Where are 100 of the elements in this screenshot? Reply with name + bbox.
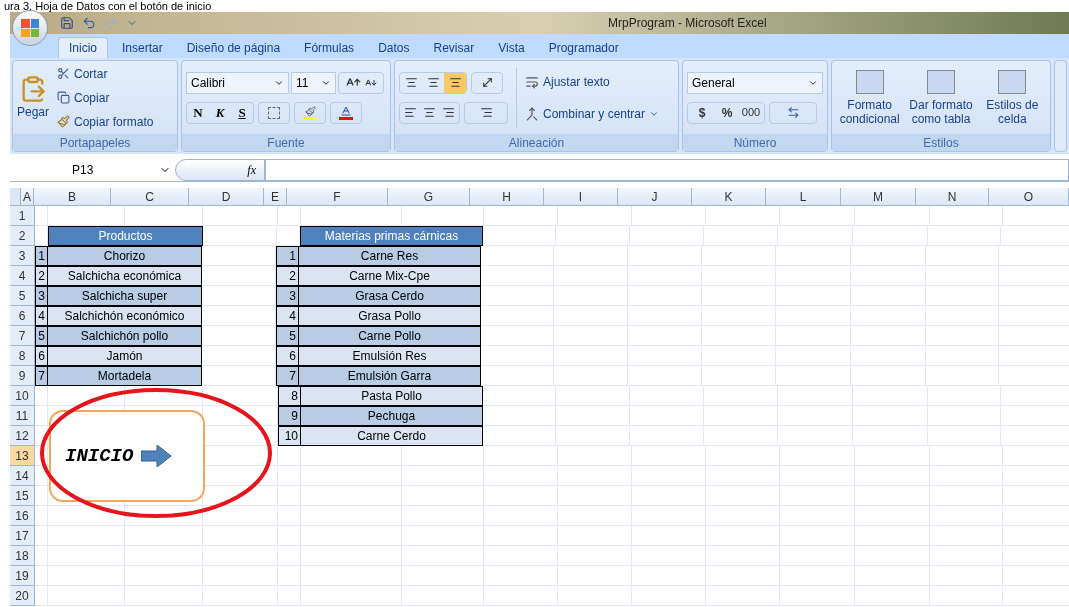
column-header[interactable]: A <box>21 188 34 206</box>
group-label: Portapapeles <box>59 134 131 152</box>
row-header[interactable]: 14 <box>10 466 35 485</box>
figure-caption: ura 3. Hoja de Datos con el botón de inicio <box>3 0 213 12</box>
cut-button[interactable]: Cortar <box>57 64 154 83</box>
row-header[interactable]: 19 <box>10 566 35 585</box>
ribbon-tab[interactable]: Fórmulas <box>294 37 365 58</box>
column-header[interactable]: C <box>111 188 189 206</box>
start-button[interactable]: INICIO <box>49 410 205 502</box>
font-name-field[interactable]: Calibri <box>186 71 289 94</box>
save-icon[interactable] <box>60 16 74 30</box>
merge-icon <box>525 106 539 121</box>
row-header[interactable]: 13 <box>10 446 35 465</box>
undo-icon[interactable] <box>82 16 96 30</box>
ribbon-tab[interactable]: Diseño de página <box>176 37 291 58</box>
row-header[interactable]: 6 <box>10 306 35 325</box>
scissors-icon <box>57 67 71 80</box>
row-header[interactable]: 10 <box>10 386 35 405</box>
column-header[interactable]: O <box>989 188 1069 206</box>
row-header[interactable]: 7 <box>10 326 35 345</box>
column-header[interactable]: G <box>388 188 470 206</box>
table-cell: Salchicha super <box>47 286 202 306</box>
merge-center-button[interactable]: Combinar y centrar <box>525 104 660 123</box>
row-header[interactable]: 4 <box>10 266 35 285</box>
italic-button[interactable]: K <box>209 102 231 123</box>
bold-button[interactable]: N <box>187 102 209 123</box>
thousands-button[interactable]: 000 <box>738 104 764 121</box>
column-header[interactable]: B <box>34 188 111 206</box>
row-header[interactable]: 3 <box>10 246 35 265</box>
orientation-icon[interactable] <box>471 71 503 94</box>
ribbon-tab[interactable]: Datos <box>368 37 420 58</box>
fill-color-icon[interactable] <box>294 101 326 124</box>
ribbon-tab[interactable]: Inicio <box>58 37 108 58</box>
grow-shrink-font-icon[interactable] <box>338 71 384 94</box>
table-cell: Emulsión Res <box>298 346 481 366</box>
styles-button[interactable]: Formato condicional <box>836 69 904 126</box>
name-box[interactable]: P13 <box>10 159 175 180</box>
column-header[interactable]: M <box>841 188 916 206</box>
row-header[interactable]: 16 <box>10 506 35 525</box>
font-color-icon[interactable] <box>330 101 362 124</box>
ribbon-tab[interactable]: Revisar <box>423 37 485 58</box>
row-header[interactable]: 8 <box>10 346 35 365</box>
table-header: Productos <box>48 226 203 246</box>
table-cell: 8 <box>278 386 301 406</box>
row-header[interactable]: 18 <box>10 546 35 565</box>
ribbon-tab[interactable]: Insertar <box>112 37 173 58</box>
row-header[interactable]: 15 <box>10 486 35 505</box>
ribbon-tab[interactable]: Programador <box>538 37 629 58</box>
row-header[interactable]: 1 <box>10 206 35 225</box>
copy-button[interactable]: Copiar <box>57 88 154 107</box>
office-button[interactable] <box>12 10 48 46</box>
column-header[interactable]: D <box>189 188 264 206</box>
row-header[interactable]: 17 <box>10 526 35 545</box>
table-cell: Pasta Pollo <box>300 386 483 406</box>
row-header[interactable]: 2 <box>10 226 35 245</box>
align-center-icon[interactable] <box>423 106 436 119</box>
font-size-field[interactable]: 11 <box>291 71 336 94</box>
column-header[interactable]: J <box>618 188 692 206</box>
table-cell: 5 <box>276 326 299 346</box>
table-cell: 7 <box>276 366 299 386</box>
column-header[interactable]: E <box>264 188 287 206</box>
align-icon <box>404 76 418 89</box>
column-header[interactable]: H <box>470 188 544 206</box>
percent-button[interactable]: % <box>716 103 738 122</box>
borders-icon[interactable] <box>258 101 290 124</box>
column-header[interactable]: I <box>544 188 618 206</box>
column-header[interactable]: K <box>692 188 766 206</box>
align-right-icon[interactable] <box>442 106 455 119</box>
align-left-icon[interactable] <box>404 106 417 119</box>
row-header[interactable]: 20 <box>10 586 35 605</box>
number-format-field[interactable]: General <box>687 71 823 94</box>
row-header[interactable]: 9 <box>10 366 35 385</box>
table-cell: 4 <box>276 306 299 326</box>
formula-input[interactable] <box>265 158 1069 181</box>
paste-button[interactable]: Pegar <box>17 74 50 121</box>
group-label: Alineación <box>508 134 565 152</box>
ribbon-tab[interactable]: Vista <box>488 37 535 58</box>
table-cell: 1 <box>276 246 299 266</box>
column-header[interactable]: F <box>287 188 388 206</box>
styles-button[interactable]: Estilos de celda <box>978 69 1046 126</box>
vertical-align-button[interactable] <box>444 72 466 93</box>
wrap-text-button[interactable]: Ajustar texto <box>525 72 660 91</box>
format-painter-button[interactable]: Copiar formato <box>57 112 154 131</box>
formula-button[interactable]: fx <box>175 158 265 181</box>
styles-button[interactable]: Dar formato como tabla <box>907 69 975 126</box>
table-cell: Carne Res <box>298 246 481 266</box>
group-label: Estilos <box>923 134 959 152</box>
currency-button[interactable]: $ <box>688 103 716 122</box>
column-header[interactable]: L <box>766 188 841 206</box>
table-cell: Salchichón económico <box>47 306 202 326</box>
row-header[interactable]: 12 <box>10 426 35 445</box>
decimal-places-icon[interactable] <box>769 101 817 124</box>
table-cell: Grasa Cerdo <box>298 286 481 306</box>
row-header[interactable]: 5 <box>10 286 35 305</box>
column-header[interactable]: N <box>916 188 989 206</box>
underline-button[interactable]: S <box>231 102 253 123</box>
table-style-icon <box>855 69 884 94</box>
row-header[interactable]: 11 <box>10 406 35 425</box>
align-icon <box>448 76 462 89</box>
table-cell: Carne Cerdo <box>300 426 483 446</box>
